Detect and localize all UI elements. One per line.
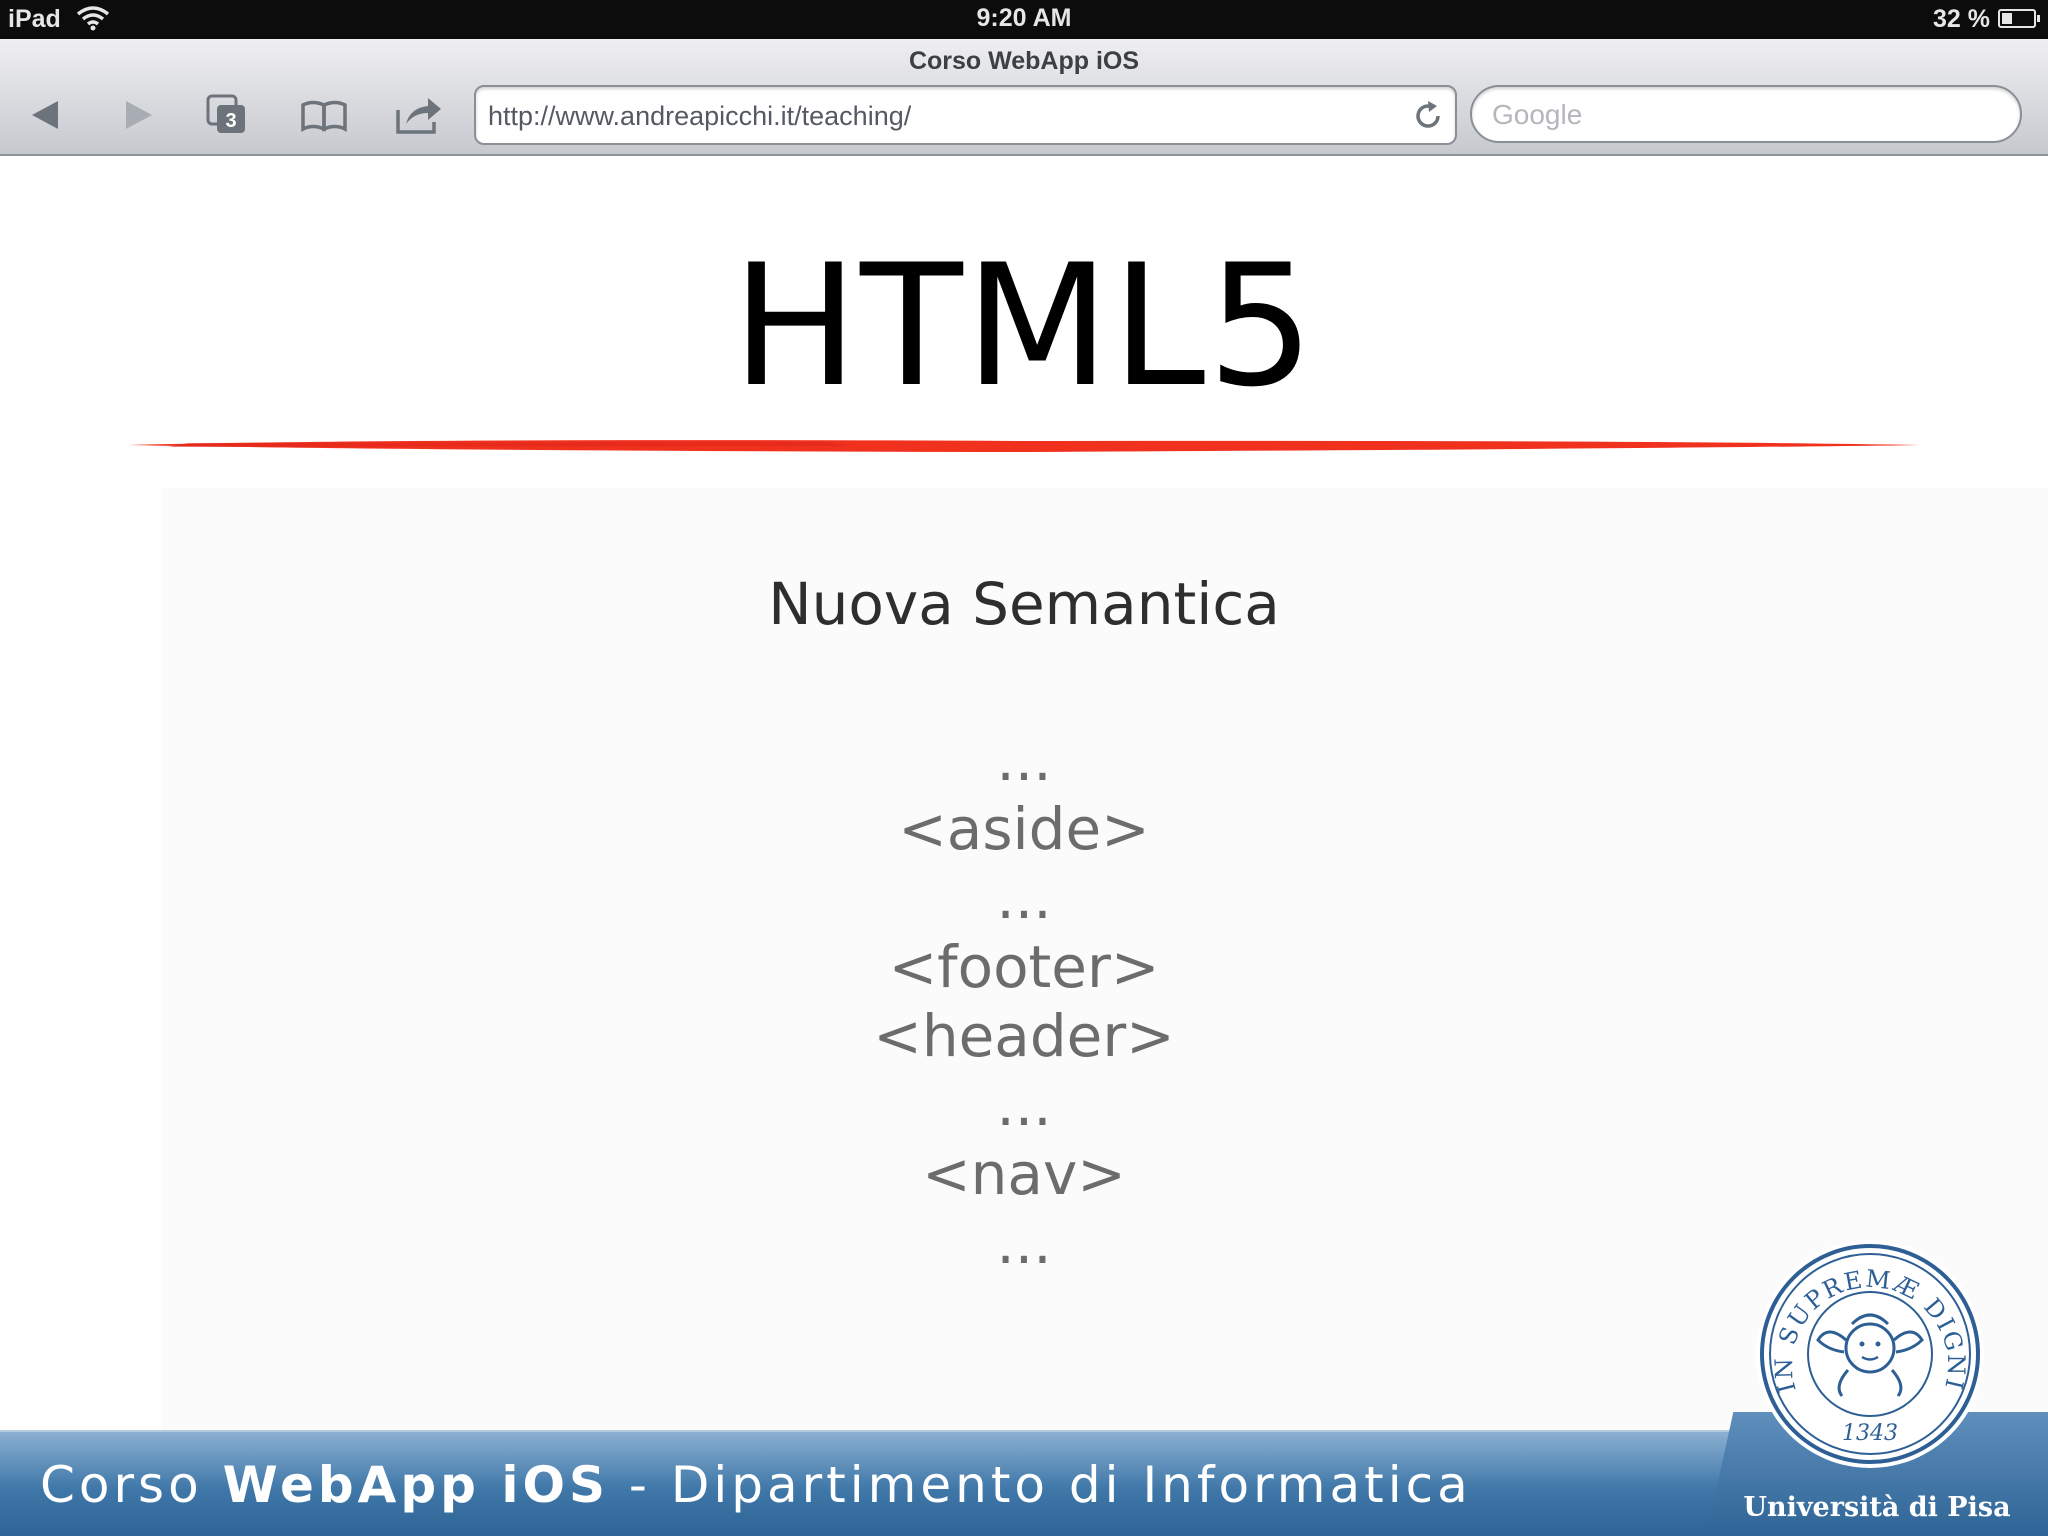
forward-arrow-icon [126, 101, 152, 129]
back-button[interactable] [14, 87, 78, 143]
bookmarks-book-icon [301, 100, 347, 132]
list-item: <nav> [922, 1140, 1126, 1208]
slide-title: HTML5 [731, 228, 1317, 424]
battery-icon [1998, 9, 2040, 28]
clock: 9:20 AM [976, 4, 1072, 32]
list-item: <header> [873, 1002, 1175, 1070]
list-item: ... [996, 1071, 1052, 1139]
address-bar[interactable]: http://www.andreapicchi.it/teaching/ [474, 85, 1457, 145]
slide-subtitle: Nuova Semantica [768, 570, 1280, 638]
reload-icon[interactable] [1411, 99, 1445, 133]
tab-count: 3 [225, 110, 236, 132]
university-seal-logo: IN SUPREMÆ DIGNITATIS 1343 [1756, 1240, 1984, 1468]
list-item: <footer> [888, 933, 1160, 1001]
page-title: Corso WebApp iOS [908, 47, 1140, 75]
list-item: ... [996, 726, 1052, 794]
university-name: Università di Pisa [1743, 1492, 2011, 1523]
search-input[interactable] [1492, 95, 1992, 135]
battery-level [2002, 13, 2012, 24]
tabs-icon: 3 [206, 94, 245, 133]
slide: HTML5 Nuova Semantica ... <aside> ... <f… [0, 158, 2048, 1536]
search-bar[interactable] [1470, 85, 2022, 143]
back-arrow-icon [32, 101, 58, 129]
forward-button[interactable] [106, 87, 170, 143]
status-bar: iPad 9:20 AM 32 % [0, 0, 2048, 39]
footer-text: Corso WebApp iOS - Dipartimento di Infor… [40, 1456, 1472, 1514]
tabs-button[interactable]: 3 [195, 87, 259, 143]
svg-text:1343: 1343 [1842, 1421, 1898, 1446]
semantic-tags-list: ... <aside> ... <footer> <header> ... <n… [0, 726, 2048, 1278]
browser-toolbar: Corso WebApp iOS 3 http://www.andreapicc… [0, 39, 2048, 156]
battery-percentage: 32 % [1933, 5, 1990, 33]
url-text[interactable]: http://www.andreapicchi.it/teaching/ [488, 101, 911, 132]
list-item: <aside> [898, 795, 1150, 863]
bookmarks-button[interactable] [292, 87, 356, 143]
list-item: ... [996, 864, 1052, 932]
list-item: ... [996, 1209, 1052, 1277]
red-brush-divider [128, 440, 1920, 452]
share-button[interactable] [387, 87, 451, 143]
share-icon [396, 98, 441, 134]
